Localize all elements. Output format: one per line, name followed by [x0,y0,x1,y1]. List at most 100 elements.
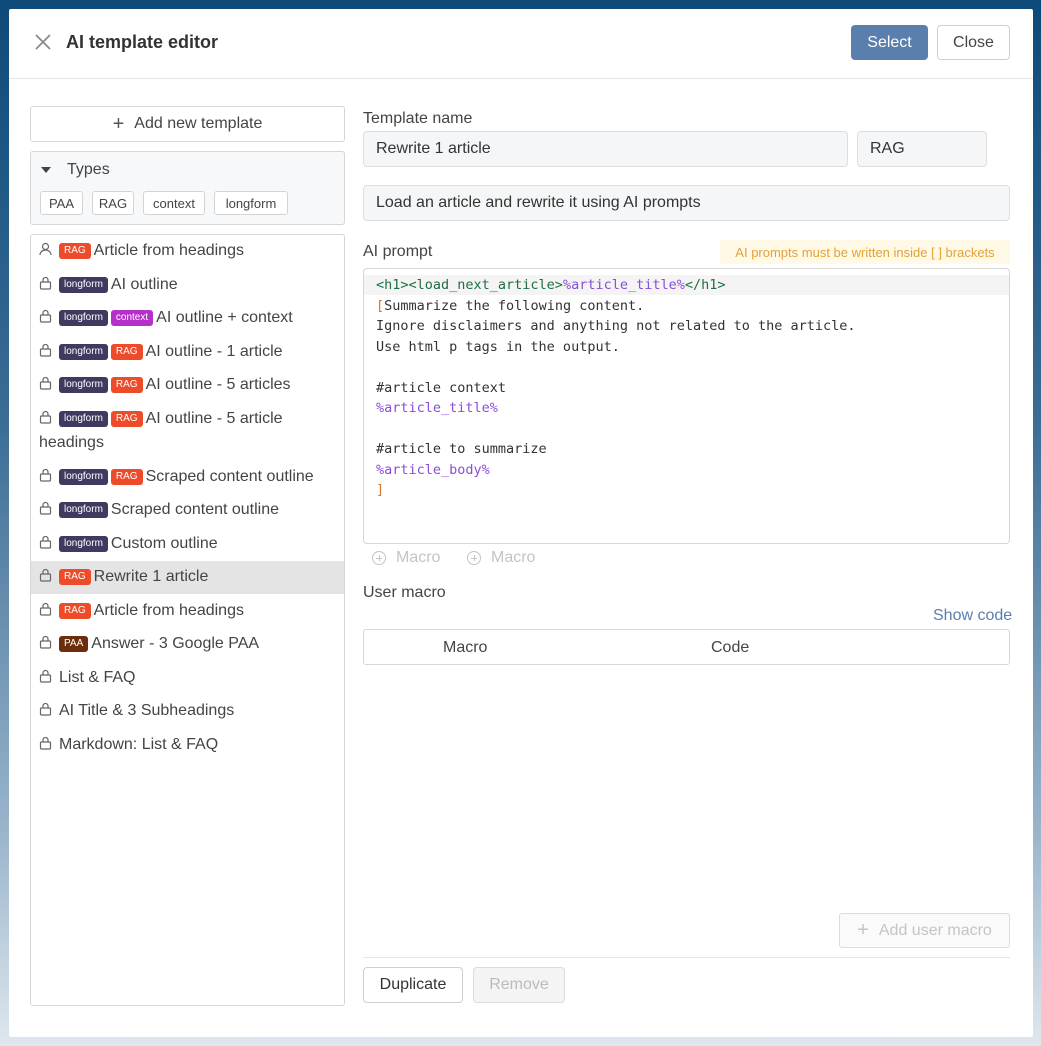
types-toggle[interactable]: Types [41,161,110,179]
prompt-line [364,419,1009,439]
ai-prompt-editor[interactable]: <h1><load_next_article>%article_title%</… [363,268,1010,544]
lock-icon [39,307,52,323]
prompt-warning: AI prompts must be written inside [ ] br… [720,240,1010,264]
ai-prompt-label: AI prompt [363,243,433,260]
template-list-item[interactable]: longform RAG Scraped content outline [31,461,344,494]
template-list-item-label: Article from headings [93,602,244,619]
macro-button-label: Macro [396,549,441,566]
template-list: RAG Article from headings longform AI outli… [30,234,345,1006]
lock-icon [39,374,52,390]
prompt-token: </h1> [684,277,726,293]
type-chip-longform[interactable]: longform [214,191,288,215]
template-list-item-label: AI outline - 5 articles [145,376,291,393]
prompt-token: %article_title% [562,277,685,293]
template-type-input[interactable]: RAG [857,131,987,167]
prompt-token: %article_body% [376,461,490,478]
prompt-line: %article_title% [364,398,1009,418]
plus-icon: + [112,112,125,135]
template-name-label: Template name [363,110,473,127]
template-list-item-label: Article from headings [93,242,244,259]
type-chip-context[interactable]: context [143,191,205,215]
prompt-token: Use html p tags in the output. [376,338,620,355]
prompt-line: <h1><load_next_article>%article_title%</… [364,275,1009,295]
caret-down-icon [41,167,51,173]
type-badge: longform [59,411,108,427]
type-chip-rag[interactable]: RAG [92,191,134,215]
plus-icon: + [857,919,869,941]
prompt-token: <h1><load_next_article> [376,277,563,293]
type-badge: RAG [59,603,91,619]
types-filter: Types PAA RAG context longform [30,151,345,225]
prompt-line: ] [364,480,1009,500]
template-description-input[interactable]: Load an article and rewrite it using AI … [363,185,1010,221]
lock-icon [39,600,52,616]
remove-button: Remove [473,967,565,1003]
template-list-item-label: Scraped content outline [145,468,314,485]
type-badge: RAG [59,243,91,259]
prompt-line: Ignore disclaimers and anything not rela… [364,316,1009,336]
template-list-item[interactable]: longform context AI outline + context [31,302,344,335]
prompt-token: Summarize the following content. [384,297,645,314]
type-badge: RAG [110,411,143,427]
template-list-item[interactable]: RAG Article from headings [31,235,344,268]
lock-icon [39,633,52,649]
template-list-item[interactable]: longform Custom outline [31,528,344,561]
macro-button-label: Macro [491,549,536,566]
template-list-item[interactable]: Markdown: List & FAQ [31,729,344,762]
template-list-item[interactable]: List & FAQ [31,662,344,695]
lock-icon [39,274,52,290]
template-list-item[interactable]: longform Scraped content outline [31,494,344,527]
type-badge: longform [59,469,108,485]
close-button[interactable]: Close [937,25,1010,60]
add-new-template-button[interactable]: + Add new template [30,106,345,142]
type-badge: longform [59,502,108,518]
lock-icon [39,533,52,549]
template-list-item[interactable]: longform RAG AI outline - 5 articles [31,369,344,402]
prompt-line: Use html p tags in the output. [364,337,1009,357]
template-list-item[interactable]: RAG Article from headings [31,595,344,628]
dialog-header: AI template editor Select Close [9,9,1033,79]
plus-circle-icon [372,551,386,565]
prompt-token: ] [376,482,385,498]
show-code-link[interactable]: Show code [933,607,1012,625]
type-badge: RAG [110,377,143,393]
type-badge: RAG [59,569,91,585]
template-list-item[interactable]: longform AI outline [31,269,344,302]
plus-circle-icon [467,551,481,565]
lock-icon [39,667,52,683]
type-badge: context [110,310,154,326]
template-list-item[interactable]: AI Title & 3 Subheadings [31,695,344,728]
select-button[interactable]: Select [851,25,928,60]
duplicate-button[interactable]: Duplicate [363,967,463,1003]
add-user-macro-label: Add user macro [878,921,992,939]
prompt-line: [Summarize the following content. [364,296,1009,316]
template-list-item-label: Rewrite 1 article [93,568,209,585]
type-badge: longform [59,344,108,360]
template-list-item[interactable]: RAG Rewrite 1 article [31,561,344,594]
template-name-input[interactable]: Rewrite 1 article [363,131,848,167]
template-list-item[interactable]: longform RAG AI outline - 5 article headin… [31,403,344,460]
template-list-item[interactable]: longform RAG AI outline - 1 article [31,336,344,369]
lock-icon [39,466,52,482]
close-icon[interactable] [33,32,55,54]
prompt-token: [ [376,297,385,314]
types-label: Types [67,161,110,178]
dialog-title: AI template editor [66,32,219,52]
type-chip-paa[interactable]: PAA [40,191,83,215]
template-list-item-label: AI outline - 1 article [145,343,283,360]
type-badge: RAG [110,344,143,360]
table-header-macro: Macro [443,639,488,656]
lock-icon [39,734,52,750]
add-user-macro-button: + Add user macro [839,913,1010,948]
prompt-token: #article to summarize [376,441,547,457]
prompt-token: %article_title% [376,400,498,416]
footer-divider [363,957,1010,958]
table-header-code: Code [711,639,750,656]
template-list-item-label: AI outline [110,276,178,293]
prompt-token: #article context [376,379,507,396]
template-list-item[interactable]: PAA Answer - 3 Google PAA [31,628,344,661]
prompt-token: Ignore disclaimers and anything not rela… [376,318,856,334]
template-list-item-label: List & FAQ [59,669,136,686]
user-icon [39,240,52,256]
type-badge: longform [59,277,108,293]
